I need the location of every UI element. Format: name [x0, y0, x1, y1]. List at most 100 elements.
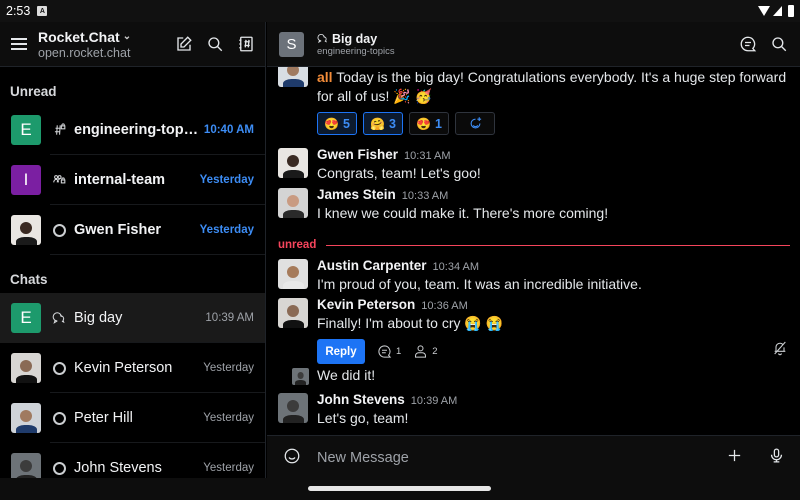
add-reaction-button[interactable]: [455, 112, 495, 135]
status-offline-icon: [52, 223, 66, 237]
message-composer: [267, 435, 800, 480]
room-header: S Big day engineering-topics: [267, 22, 800, 67]
clock: 2:53: [6, 4, 31, 18]
user-avatar: [11, 403, 41, 433]
message-time: 10:31 AM: [404, 150, 451, 162]
room-name: Big day: [74, 310, 123, 326]
thread-summary: Reply 1 2: [317, 339, 790, 364]
server-switcher[interactable]: Rocket.Chat ⌄ open.rocket.chat: [38, 29, 131, 60]
a-badge-icon: A: [37, 6, 48, 16]
room-item-gwen-fisher[interactable]: Gwen Fisher Yesterday: [0, 205, 265, 255]
team-private-icon: [52, 173, 66, 187]
user-avatar: [278, 259, 308, 289]
server-name: Rocket.Chat: [38, 28, 120, 45]
sidebar: Rocket.Chat ⌄ open.rocket.chat Unread E e…: [0, 22, 266, 500]
private-channel-icon: [52, 123, 66, 137]
user-avatar: [278, 298, 308, 328]
room-item-kevin-peterson[interactable]: Kevin Peterson Yesterday: [0, 343, 265, 393]
room-time: Yesterday: [203, 412, 254, 424]
reaction-heart-eyes[interactable]: 😍 5: [317, 112, 357, 135]
message-text: We did it!: [317, 367, 376, 383]
user-avatar-small: [292, 368, 309, 385]
message-time: 10:34 AM: [432, 261, 480, 273]
user-avatar: [278, 67, 308, 87]
add-reaction-icon: [470, 117, 481, 129]
message-text: all Today is the big day! Congratulation…: [317, 69, 787, 104]
compose-icon[interactable]: [174, 35, 193, 54]
room-item-peter-hill[interactable]: Peter Hill Yesterday: [0, 393, 265, 443]
status-offline-icon: [52, 361, 66, 375]
room-name: Gwen Fisher: [74, 222, 162, 238]
room-title: Big day: [332, 31, 378, 46]
message-text: Congrats, team! Let's goo!: [317, 165, 481, 181]
thread-replies-icon: [378, 345, 392, 358]
user-avatar: [11, 353, 41, 383]
home-gesture-handle[interactable]: [308, 486, 491, 491]
search-icon[interactable]: [769, 35, 788, 54]
room-avatar: E: [11, 115, 41, 145]
room-subtitle: engineering-topics: [317, 45, 395, 57]
emoji-icon[interactable]: [283, 447, 301, 470]
room-time: 10:39 AM: [205, 312, 254, 324]
section-chats-title: Chats: [10, 272, 48, 287]
room-view: S Big day engineering-topics all Today i…: [267, 22, 800, 500]
message-input[interactable]: [317, 450, 726, 466]
menu-icon[interactable]: [11, 38, 27, 50]
room-item-internal-team[interactable]: I internal-team Yesterday: [0, 155, 265, 205]
message-username[interactable]: James Stein: [317, 187, 396, 202]
room-time: Yesterday: [199, 224, 254, 236]
status-offline-icon: [52, 411, 66, 425]
reply-button[interactable]: Reply: [317, 339, 365, 364]
reactions: 😍 5 🤗 3 😍 1: [317, 112, 790, 135]
threads-icon[interactable]: [738, 35, 757, 54]
thread-participant-count: 2: [432, 346, 438, 357]
room-avatar: I: [11, 165, 41, 195]
room-time: Yesterday: [199, 174, 254, 186]
room-time: Yesterday: [203, 462, 254, 474]
discussion-icon: [317, 33, 327, 44]
room-avatar: E: [11, 303, 41, 333]
status-offline-icon: [52, 461, 66, 475]
battery-icon: [788, 5, 794, 17]
room-time: 10:40 AM: [203, 124, 254, 136]
discussion-icon: [52, 311, 66, 325]
add-attachment-icon[interactable]: [726, 447, 743, 469]
room-name: John Stevens: [74, 460, 162, 476]
unread-separator: unread: [278, 239, 790, 251]
message-time: 10:36 AM: [421, 300, 468, 312]
status-bar: 2:53 A: [0, 0, 800, 22]
room-item-big-day[interactable]: E Big day 10:39 AM: [0, 293, 265, 343]
message-username[interactable]: John Stevens: [317, 392, 405, 407]
chevron-down-icon: ⌄: [122, 31, 132, 42]
room-time: Yesterday: [203, 362, 254, 374]
directory-icon[interactable]: [236, 35, 255, 54]
user-avatar: [278, 393, 308, 423]
server-url: open.rocket.chat: [38, 45, 131, 60]
search-icon[interactable]: [205, 35, 224, 54]
bell-off-icon[interactable]: [772, 340, 788, 361]
message-username[interactable]: Kevin Peterson: [317, 297, 415, 312]
room-item-engineering-topics[interactable]: E engineering-topics 10:40 AM: [0, 105, 265, 155]
wifi-icon: [758, 6, 770, 16]
room-name: engineering-topics: [74, 122, 200, 138]
user-avatar: [278, 188, 308, 218]
message-text: Let's go, team!: [317, 410, 409, 426]
message-username[interactable]: Austin Carpenter: [317, 258, 427, 273]
room-name: internal-team: [74, 172, 166, 188]
reaction-hugging[interactable]: 🤗 3: [363, 112, 403, 135]
thread-reply-count: 1: [396, 346, 402, 357]
message-text: Finally! I'm about to cry 😭 😭: [317, 315, 504, 331]
message-list: all Today is the big day! Congratulation…: [267, 67, 800, 435]
mention-all[interactable]: all: [317, 69, 333, 85]
room-info[interactable]: Big day engineering-topics: [317, 32, 395, 57]
message-username[interactable]: Gwen Fisher: [317, 147, 398, 162]
user-avatar: [11, 215, 41, 245]
room-name: Peter Hill: [74, 410, 133, 426]
message-time: 10:33 AM: [401, 190, 449, 202]
message-time: 10:39 AM: [410, 395, 458, 407]
message-text: I'm proud of you, team. It was an incred…: [317, 276, 642, 292]
reaction-star-struck[interactable]: 😍 1: [409, 112, 449, 135]
sidebar-header: Rocket.Chat ⌄ open.rocket.chat: [0, 22, 265, 67]
microphone-icon[interactable]: [768, 447, 785, 469]
section-unread-title: Unread: [10, 84, 57, 99]
